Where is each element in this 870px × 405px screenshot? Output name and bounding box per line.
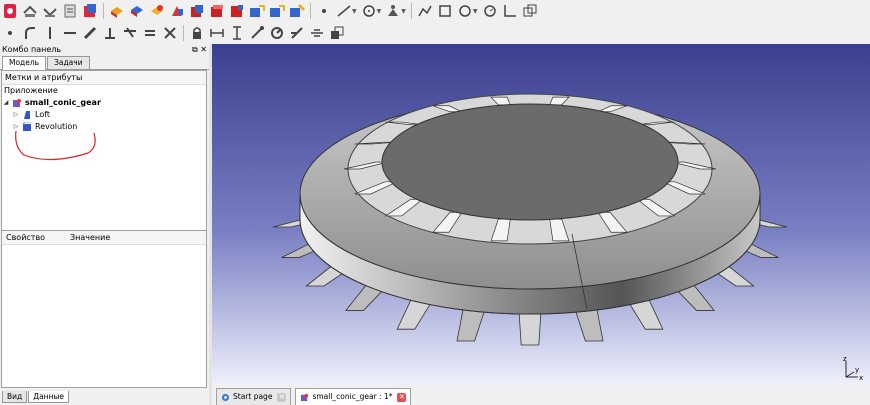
- close-icon[interactable]: ✕: [397, 392, 407, 402]
- tab-start-page[interactable]: Start page ✕: [216, 388, 292, 405]
- circle-icon[interactable]: [361, 3, 377, 19]
- conic-gear-model[interactable]: [212, 44, 870, 385]
- perpendicular-icon[interactable]: [102, 25, 118, 41]
- box-icon[interactable]: [109, 3, 125, 19]
- column-value: Значение: [70, 233, 111, 242]
- tree-section-application: Приложение: [4, 86, 58, 95]
- tab-document[interactable]: small_conic_gear : 1* ✕: [295, 388, 412, 405]
- tree-item-label: small_conic_gear: [25, 98, 101, 107]
- property-view: Свойство Значение: [1, 230, 207, 388]
- column-property: Свойство: [6, 233, 46, 242]
- new-file-icon[interactable]: [2, 3, 18, 19]
- cylinder-icon[interactable]: [129, 3, 145, 19]
- expand-arrow-icon[interactable]: ▷: [12, 109, 20, 121]
- arc-icon[interactable]: [457, 3, 473, 19]
- lock-icon[interactable]: [189, 25, 205, 41]
- tree-item-loft[interactable]: ▷ Loft: [2, 109, 206, 121]
- gear-tooth: [574, 307, 604, 342]
- shape-builder-icon[interactable]: [169, 3, 185, 19]
- sphere-icon[interactable]: [149, 3, 165, 19]
- separator: [103, 3, 104, 19]
- property-columns: Свойство Значение: [2, 231, 206, 245]
- polyline-icon[interactable]: [417, 3, 433, 19]
- extrude-icon[interactable]: [209, 3, 225, 19]
- tree-item-label: Loft: [35, 110, 51, 119]
- close-icon[interactable]: ✕: [277, 392, 287, 402]
- radius-icon[interactable]: [249, 25, 265, 41]
- annotation-red-bracket: [15, 130, 96, 161]
- tab-tasks[interactable]: Задачи: [47, 56, 90, 69]
- symmetric-icon[interactable]: [162, 25, 178, 41]
- tangent-arc-icon[interactable]: [309, 25, 325, 41]
- axis-x: x: [859, 374, 863, 382]
- tab-view[interactable]: Вид: [2, 391, 28, 403]
- chevron-down-icon[interactable]: ▼: [377, 8, 382, 15]
- sketch-icon[interactable]: [385, 3, 401, 19]
- cube-view-icon[interactable]: [82, 3, 98, 19]
- line-vertical-icon[interactable]: [42, 25, 58, 41]
- document-tabs: Start page ✕ small_conic_gear : 1* ✕: [212, 385, 870, 405]
- snap-icon[interactable]: [289, 25, 305, 41]
- combo-panel-title-text: Комбо панель: [2, 45, 62, 54]
- arc-icon[interactable]: [22, 25, 38, 41]
- fillet-icon[interactable]: [269, 3, 285, 19]
- 3d-viewport[interactable]: z y x: [212, 44, 870, 385]
- tab-model[interactable]: Модель: [2, 56, 47, 70]
- vertical-distance-icon[interactable]: [229, 25, 245, 41]
- gear-tooth: [456, 307, 486, 342]
- clock-icon[interactable]: [482, 3, 498, 19]
- tab-data[interactable]: Данные: [28, 391, 70, 403]
- tangent-icon[interactable]: [122, 25, 138, 41]
- point-icon[interactable]: [2, 25, 18, 41]
- combo-panel: Комбо панель ⧉ ✕ Модель Задачи Метки и а…: [0, 44, 209, 405]
- separator: [410, 3, 412, 19]
- mirror-icon[interactable]: [249, 3, 265, 19]
- saveas-icon[interactable]: [62, 3, 78, 19]
- copy-icon[interactable]: [522, 3, 538, 19]
- line-icon[interactable]: [336, 3, 352, 19]
- trim-icon[interactable]: [502, 3, 518, 19]
- line-horizontal-icon[interactable]: [62, 25, 78, 41]
- line-diagonal-icon[interactable]: [82, 25, 98, 41]
- loft-icon: [24, 111, 30, 119]
- document-icon: [13, 99, 21, 107]
- revolve-icon[interactable]: [229, 3, 245, 19]
- separator: [183, 25, 184, 41]
- collapse-arrow-icon[interactable]: ◢: [2, 97, 10, 109]
- sketcher-constraints-toolbar: [0, 22, 870, 45]
- property-tabs: Вид Данные: [2, 391, 70, 403]
- combo-tabs: Модель Задачи: [0, 56, 209, 70]
- freecad-doc-icon: [301, 393, 309, 401]
- tree-item-root[interactable]: ◢ small_conic_gear: [2, 97, 206, 109]
- chevron-down-icon[interactable]: ▼: [401, 8, 406, 15]
- axis-z: z: [843, 355, 847, 363]
- combo-panel-title: Комбо панель ⧉ ✕: [0, 44, 209, 56]
- panel-window-buttons[interactable]: ⧉ ✕: [192, 44, 207, 56]
- tab-label: Start page: [233, 392, 273, 401]
- equal-icon[interactable]: [142, 25, 158, 41]
- angle-icon[interactable]: [269, 25, 285, 41]
- point-icon[interactable]: [316, 3, 332, 19]
- chevron-down-icon[interactable]: ▼: [352, 8, 357, 15]
- chamfer-icon[interactable]: [289, 3, 305, 19]
- gear-tooth: [518, 310, 542, 346]
- open-icon[interactable]: [22, 3, 38, 19]
- save-icon[interactable]: [42, 3, 58, 19]
- start-page-icon: [221, 393, 230, 401]
- rectangle-icon[interactable]: [437, 3, 453, 19]
- tree-header: Метки и атрибуты: [2, 71, 206, 85]
- primitive-icon[interactable]: [189, 3, 205, 19]
- horizontal-distance-icon[interactable]: [209, 25, 225, 41]
- tab-label: small_conic_gear : 1*: [312, 392, 393, 401]
- axis-y: y: [855, 366, 859, 374]
- copy-icon[interactable]: [329, 25, 345, 41]
- separator: [310, 3, 311, 19]
- axis-cross-icon: z y x: [843, 355, 863, 382]
- main-toolbar: ▼ ▼ ▼ ▼: [0, 0, 870, 23]
- chevron-down-icon[interactable]: ▼: [473, 8, 478, 15]
